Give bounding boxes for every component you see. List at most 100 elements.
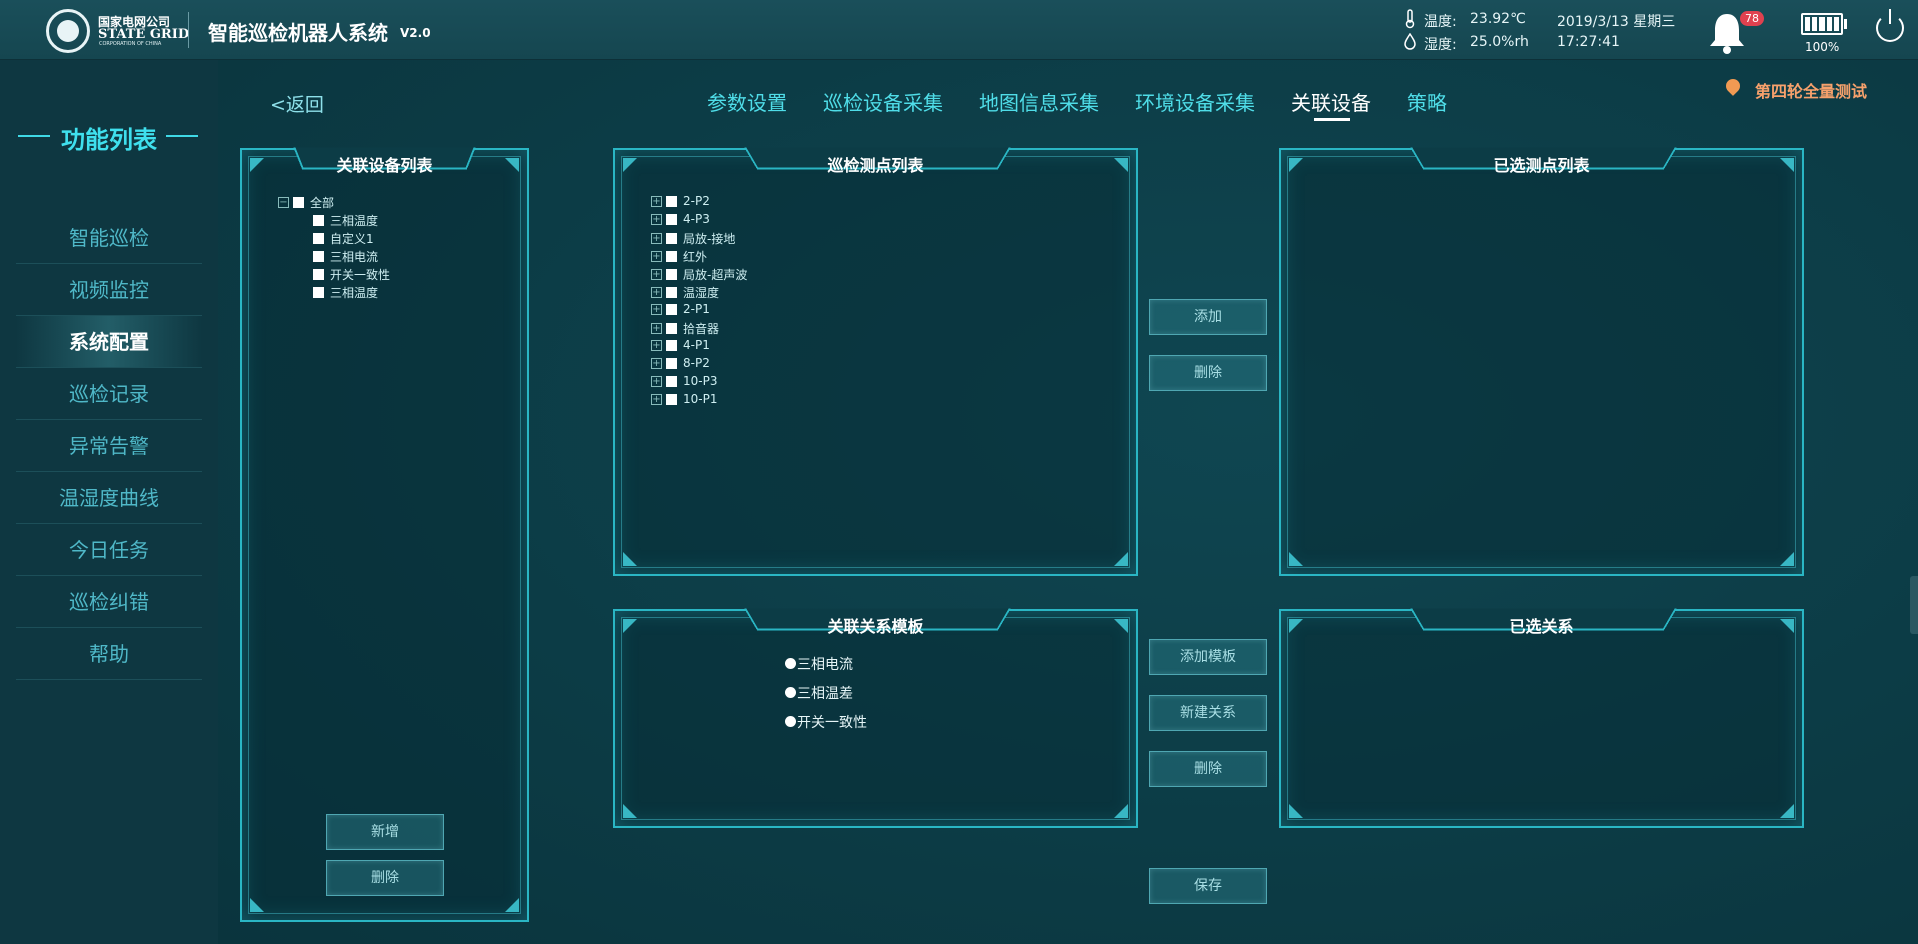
logo-divider [188,12,189,48]
tab-device-collection[interactable]: 巡检设备采集 [823,87,943,116]
expand-icon[interactable]: + [651,393,662,405]
template-item[interactable]: 三相电流 [785,654,853,674]
point-item[interactable]: +10-P3 [651,374,717,388]
tab-strategy[interactable]: 策略 [1407,87,1447,116]
tree-item[interactable]: 三相温度 [313,212,378,229]
point-item[interactable]: + 局放-超声波 [651,266,747,283]
sidebar-item-video-monitor[interactable]: 视频监控 [16,264,202,316]
delete-relation-button[interactable]: 删除 [1149,751,1267,787]
checkbox[interactable] [313,215,324,226]
sidebar-item-temp-humidity[interactable]: 温湿度曲线 [16,472,202,524]
point-item[interactable]: +4-P1 [651,338,710,352]
state-grid-logo-icon [46,9,90,53]
delete-point-button[interactable]: 删除 [1149,355,1267,391]
selected-relations-panel: 已选关系 [1279,608,1804,828]
point-item[interactable]: + 温湿度 [651,284,719,301]
point-item[interactable]: +4-P3 [651,212,710,226]
template-item[interactable]: 三相温差 [785,683,853,703]
checkbox[interactable] [666,393,677,405]
tree-item[interactable]: 开关一致性 [313,266,390,283]
app-header: 国家电网公司 STATE GRID CORPORATION OF CHINA 智… [0,0,1918,60]
app-title: 智能巡检机器人系统 [208,21,388,45]
tab-param-settings[interactable]: 参数设置 [707,87,787,116]
battery-tip [1844,19,1847,29]
battery-icon [1801,13,1843,35]
sidebar-item-help[interactable]: 帮助 [16,628,202,680]
tree-root[interactable]: − 全部 [278,194,334,211]
checkbox[interactable] [666,375,677,387]
point-item[interactable]: + 拾音器 [651,320,719,337]
checkbox[interactable] [666,339,677,351]
checkbox[interactable] [666,233,677,244]
tab-linked-devices[interactable]: 关联设备 [1291,87,1371,116]
device-list-title: 关联设备列表 [336,156,433,175]
point-item[interactable]: + 红外 [651,248,707,265]
battery-percent: 100% [1805,40,1840,54]
expand-icon[interactable]: + [651,339,662,351]
checkbox[interactable] [666,287,677,298]
expand-icon[interactable]: + [651,323,662,334]
tab-map-collection[interactable]: 地图信息采集 [979,87,1099,116]
expand-icon[interactable]: + [651,233,662,244]
logo-text-corp: CORPORATION OF CHINA [99,41,162,47]
delete-device-button[interactable]: 删除 [326,860,444,896]
back-link[interactable]: <返回 [270,90,324,117]
expand-icon[interactable]: + [651,269,662,280]
checkbox[interactable] [293,197,304,208]
selected-points-title: 已选测点列表 [1493,156,1590,175]
checkbox[interactable] [666,323,677,334]
checkbox[interactable] [313,287,324,298]
location-label: 第四轮全量测试 [1755,82,1868,101]
point-item[interactable]: +8-P2 [651,356,710,370]
checkbox[interactable] [666,269,677,280]
power-icon-line [1889,9,1891,24]
tab-env-collection[interactable]: 环境设备采集 [1135,87,1255,116]
collapse-icon[interactable]: − [278,197,289,208]
sidebar-item-today-tasks[interactable]: 今日任务 [16,524,202,576]
template-item[interactable]: 开关一致性 [785,712,867,732]
add-point-button[interactable]: 添加 [1149,299,1267,335]
add-device-button[interactable]: 新增 [326,814,444,850]
expand-icon[interactable]: + [651,375,662,387]
tree-item[interactable]: 三相电流 [313,248,378,265]
point-item[interactable]: + 局放-接地 [651,230,735,247]
checkbox[interactable] [666,357,677,369]
sidebar-item-patrol-correction[interactable]: 巡检纠错 [16,576,202,628]
point-item[interactable]: +10-P1 [651,392,717,406]
active-tab-underline [1314,118,1350,121]
expand-icon[interactable]: + [651,251,662,262]
selected-relations-title: 已选关系 [1509,617,1574,636]
tree-item[interactable]: 自定义1 [313,230,374,247]
selected-points-panel: 已选测点列表 [1279,147,1804,576]
new-relation-button[interactable]: 新建关系 [1149,695,1267,731]
sidebar-item-smart-patrol[interactable]: 智能巡检 [16,212,202,264]
expand-icon[interactable]: + [651,195,662,207]
side-scroll-handle[interactable] [1910,576,1918,634]
expand-icon[interactable]: + [651,287,662,298]
checkbox[interactable] [666,303,677,315]
checkbox[interactable] [313,269,324,280]
checkbox[interactable] [666,251,677,262]
tree-item[interactable]: 三相温度 [313,284,378,301]
current-date: 2019/3/13 星期三 [1557,14,1676,30]
save-button[interactable]: 保存 [1149,868,1267,904]
sidebar-item-system-config[interactable]: 系统配置 [16,316,202,368]
bullet-icon [785,716,796,727]
add-template-button[interactable]: 添加模板 [1149,639,1267,675]
expand-icon[interactable]: + [651,303,662,315]
humidity-drop-icon [1404,33,1416,50]
checkbox[interactable] [666,213,677,225]
patrol-points-panel: 巡检测点列表 +2-P2 +4-P3 + 局放-接地 + 红外 + 局放-超声波 + 温… [613,147,1138,576]
sidebar-title: 功能列表 [61,126,157,154]
temperature-label: 温度: [1424,14,1457,30]
checkbox[interactable] [666,195,677,207]
checkbox[interactable] [313,251,324,262]
logo-text-en: STATE GRID [98,27,190,42]
point-item[interactable]: +2-P1 [651,302,710,316]
checkbox[interactable] [313,233,324,244]
point-item[interactable]: +2-P2 [651,194,710,208]
sidebar-item-alarms[interactable]: 异常告警 [16,420,202,472]
expand-icon[interactable]: + [651,357,662,369]
sidebar-item-patrol-records[interactable]: 巡检记录 [16,368,202,420]
expand-icon[interactable]: + [651,213,662,225]
